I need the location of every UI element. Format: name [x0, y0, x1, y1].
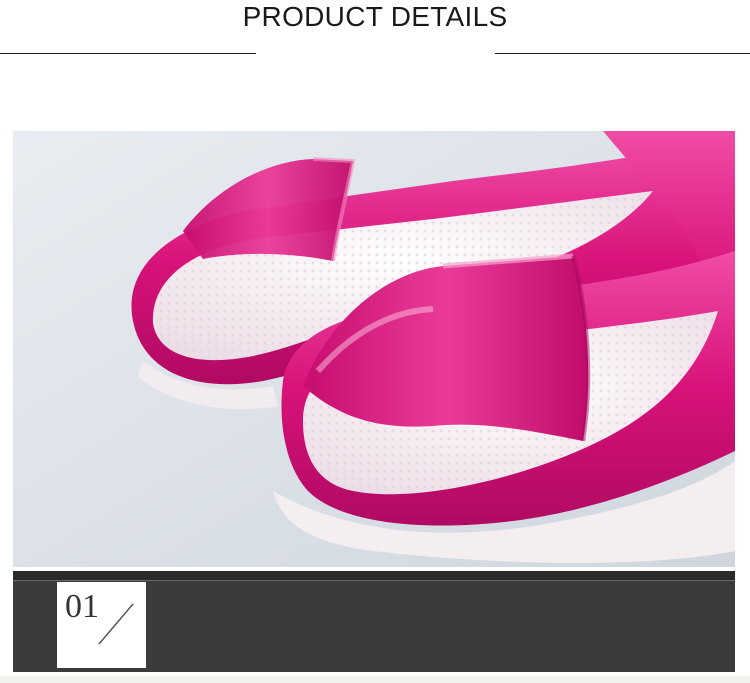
section-title: PRODUCT DETAILS [242, 1, 508, 32]
detail-band: 01 [13, 571, 735, 672]
product-photo [13, 131, 735, 567]
title-rule-right [495, 53, 750, 54]
slash-decoration [98, 603, 134, 645]
section-header: PRODUCT DETAILS [0, 0, 750, 60]
title-rule-left [0, 53, 256, 54]
next-section-edge [0, 676, 750, 683]
detail-band-stripe [13, 571, 735, 581]
sandals-illustration [13, 131, 735, 567]
detail-number-badge: 01 [57, 582, 146, 668]
